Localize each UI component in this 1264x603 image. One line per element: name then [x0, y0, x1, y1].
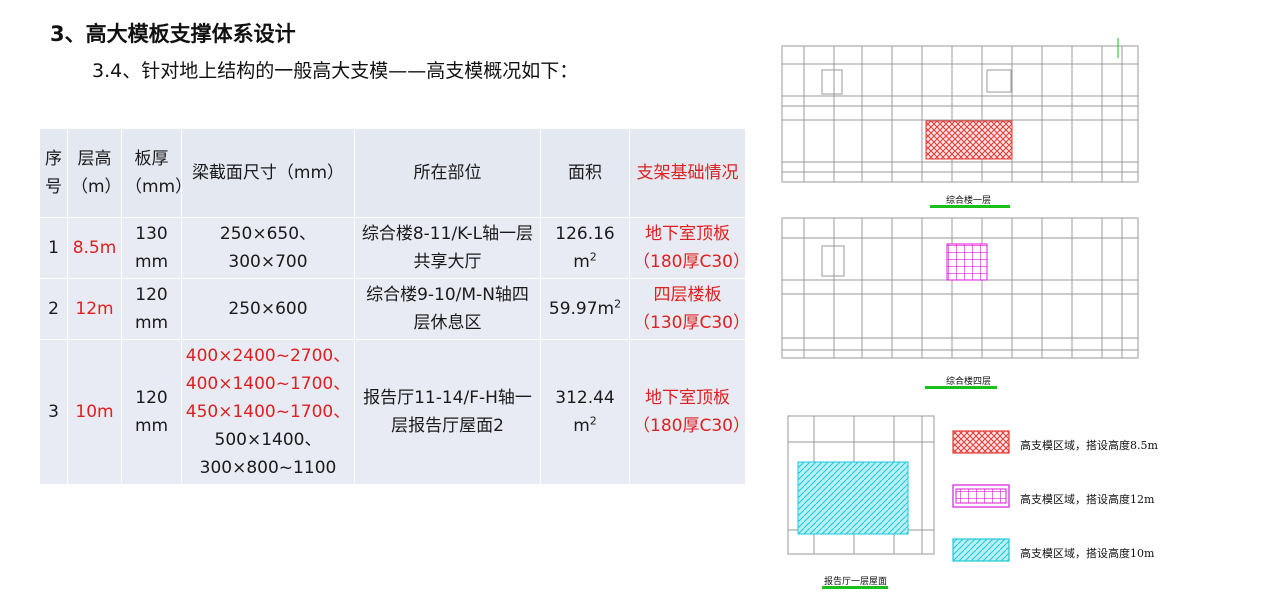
cell-location: 报告厅11-14/F-H轴一层报告厅屋面2 [354, 339, 541, 485]
cell-foundation: 地下室顶板（180厚C30） [629, 217, 750, 279]
cell-no: 1 [39, 217, 68, 279]
high-formwork-zone-12m [946, 243, 988, 281]
floor-plan-2-drawing [781, 217, 1139, 359]
col-header-no: 序号 [39, 128, 68, 218]
beam-line-red: 400×1400~1700、 [185, 374, 351, 394]
area-unit-sup: 2 [589, 250, 597, 264]
cell-no: 3 [39, 339, 68, 485]
drawing-caption-3: 报告厅一层屋面 [824, 577, 888, 587]
area-value: 59.97m [548, 299, 615, 319]
cell-height: 12m [67, 278, 122, 340]
beam-line-red: 450×1400~1700、 [185, 402, 351, 422]
cell-location: 综合楼8-11/K-L轴一层共享大厅 [354, 217, 541, 279]
table-row: 1 8.5m 130 mm 250×650、 300×700 综合楼8-11/K… [39, 217, 750, 279]
legend-swatch-magenta [952, 484, 1010, 508]
col-header-beam: 梁截面尺寸（mm） [181, 128, 355, 218]
legend-swatch-cyan [952, 538, 1010, 562]
support-spec-table: 序号 层高（m） 板厚（mm） 梁截面尺寸（mm） 所在部位 面积 支架基础情况… [39, 128, 750, 485]
cell-thickness: 120 mm [121, 339, 182, 485]
area-unit-sup: 2 [614, 297, 622, 311]
area-value: 312.44 m [555, 388, 615, 436]
col-header-foundation: 支架基础情况 [629, 128, 746, 218]
beam-line: 500×1400、 [214, 430, 322, 450]
cell-area: 312.44 m2 [540, 339, 630, 485]
cell-foundation: 地下室顶板（180厚C30） [629, 339, 750, 485]
floor-plan-1-drawing [781, 38, 1139, 183]
drawing-caption-2: 综合楼四层 [946, 377, 992, 387]
table-row: 3 10m 120 mm 400×2400~2700、 400×1400~170… [39, 339, 750, 485]
cell-height: 10m [67, 339, 122, 485]
table-row: 2 12m 120 mm 250×600 综合楼9-10/M-N轴四层休息区 5… [39, 278, 750, 340]
area-value: 126.16 m [555, 224, 615, 272]
cell-thickness: 130 mm [121, 217, 182, 279]
page-subtitle: 3.4、针对地上结构的一般高大支模——高支模概况如下： [92, 60, 579, 82]
beam-line: 250×600 [228, 299, 308, 319]
area-unit-sup: 2 [589, 414, 597, 428]
col-header-thickness: 板厚（mm） [121, 128, 192, 218]
cell-height: 8.5m [67, 217, 122, 279]
floor-plan-3-drawing [787, 415, 935, 555]
col-header-area: 面积 [540, 128, 630, 218]
cell-beam: 250×600 [181, 278, 355, 340]
cell-thickness: 120 mm [121, 278, 182, 340]
cell-area: 126.16 m2 [540, 217, 630, 279]
col-header-height: 层高（m） [67, 128, 122, 218]
beam-line-red: 400×2400~2700、 [185, 346, 351, 366]
cell-area: 59.97m2 [540, 278, 630, 340]
high-formwork-zone-8.5m [925, 120, 1013, 160]
legend-label: 高支模区域，搭设高度8.5m [1020, 439, 1158, 452]
beam-line: 300×800~1100 [199, 458, 337, 478]
page-title: 3、高大模板支撑体系设计 [50, 22, 296, 46]
legend-label: 高支模区域，搭设高度10m [1020, 547, 1155, 560]
beam-line: 250×650、 [219, 224, 317, 244]
col-header-location: 所在部位 [354, 128, 541, 218]
legend-label: 高支模区域，搭设高度12m [1020, 493, 1155, 506]
cell-beam: 400×2400~2700、 400×1400~1700、 450×1400~1… [181, 339, 355, 485]
cell-no: 2 [39, 278, 68, 340]
cell-beam: 250×650、 300×700 [181, 217, 355, 279]
drawing-caption-1: 综合楼一层 [946, 196, 992, 206]
high-formwork-zone-10m [797, 461, 909, 535]
legend-swatch-red [952, 430, 1010, 454]
cell-location: 综合楼9-10/M-N轴四层休息区 [354, 278, 541, 340]
beam-line: 300×700 [228, 252, 308, 272]
table-header-row: 序号 层高（m） 板厚（mm） 梁截面尺寸（mm） 所在部位 面积 支架基础情况 [39, 128, 746, 218]
cell-foundation: 四层楼板（130厚C30） [629, 278, 750, 340]
